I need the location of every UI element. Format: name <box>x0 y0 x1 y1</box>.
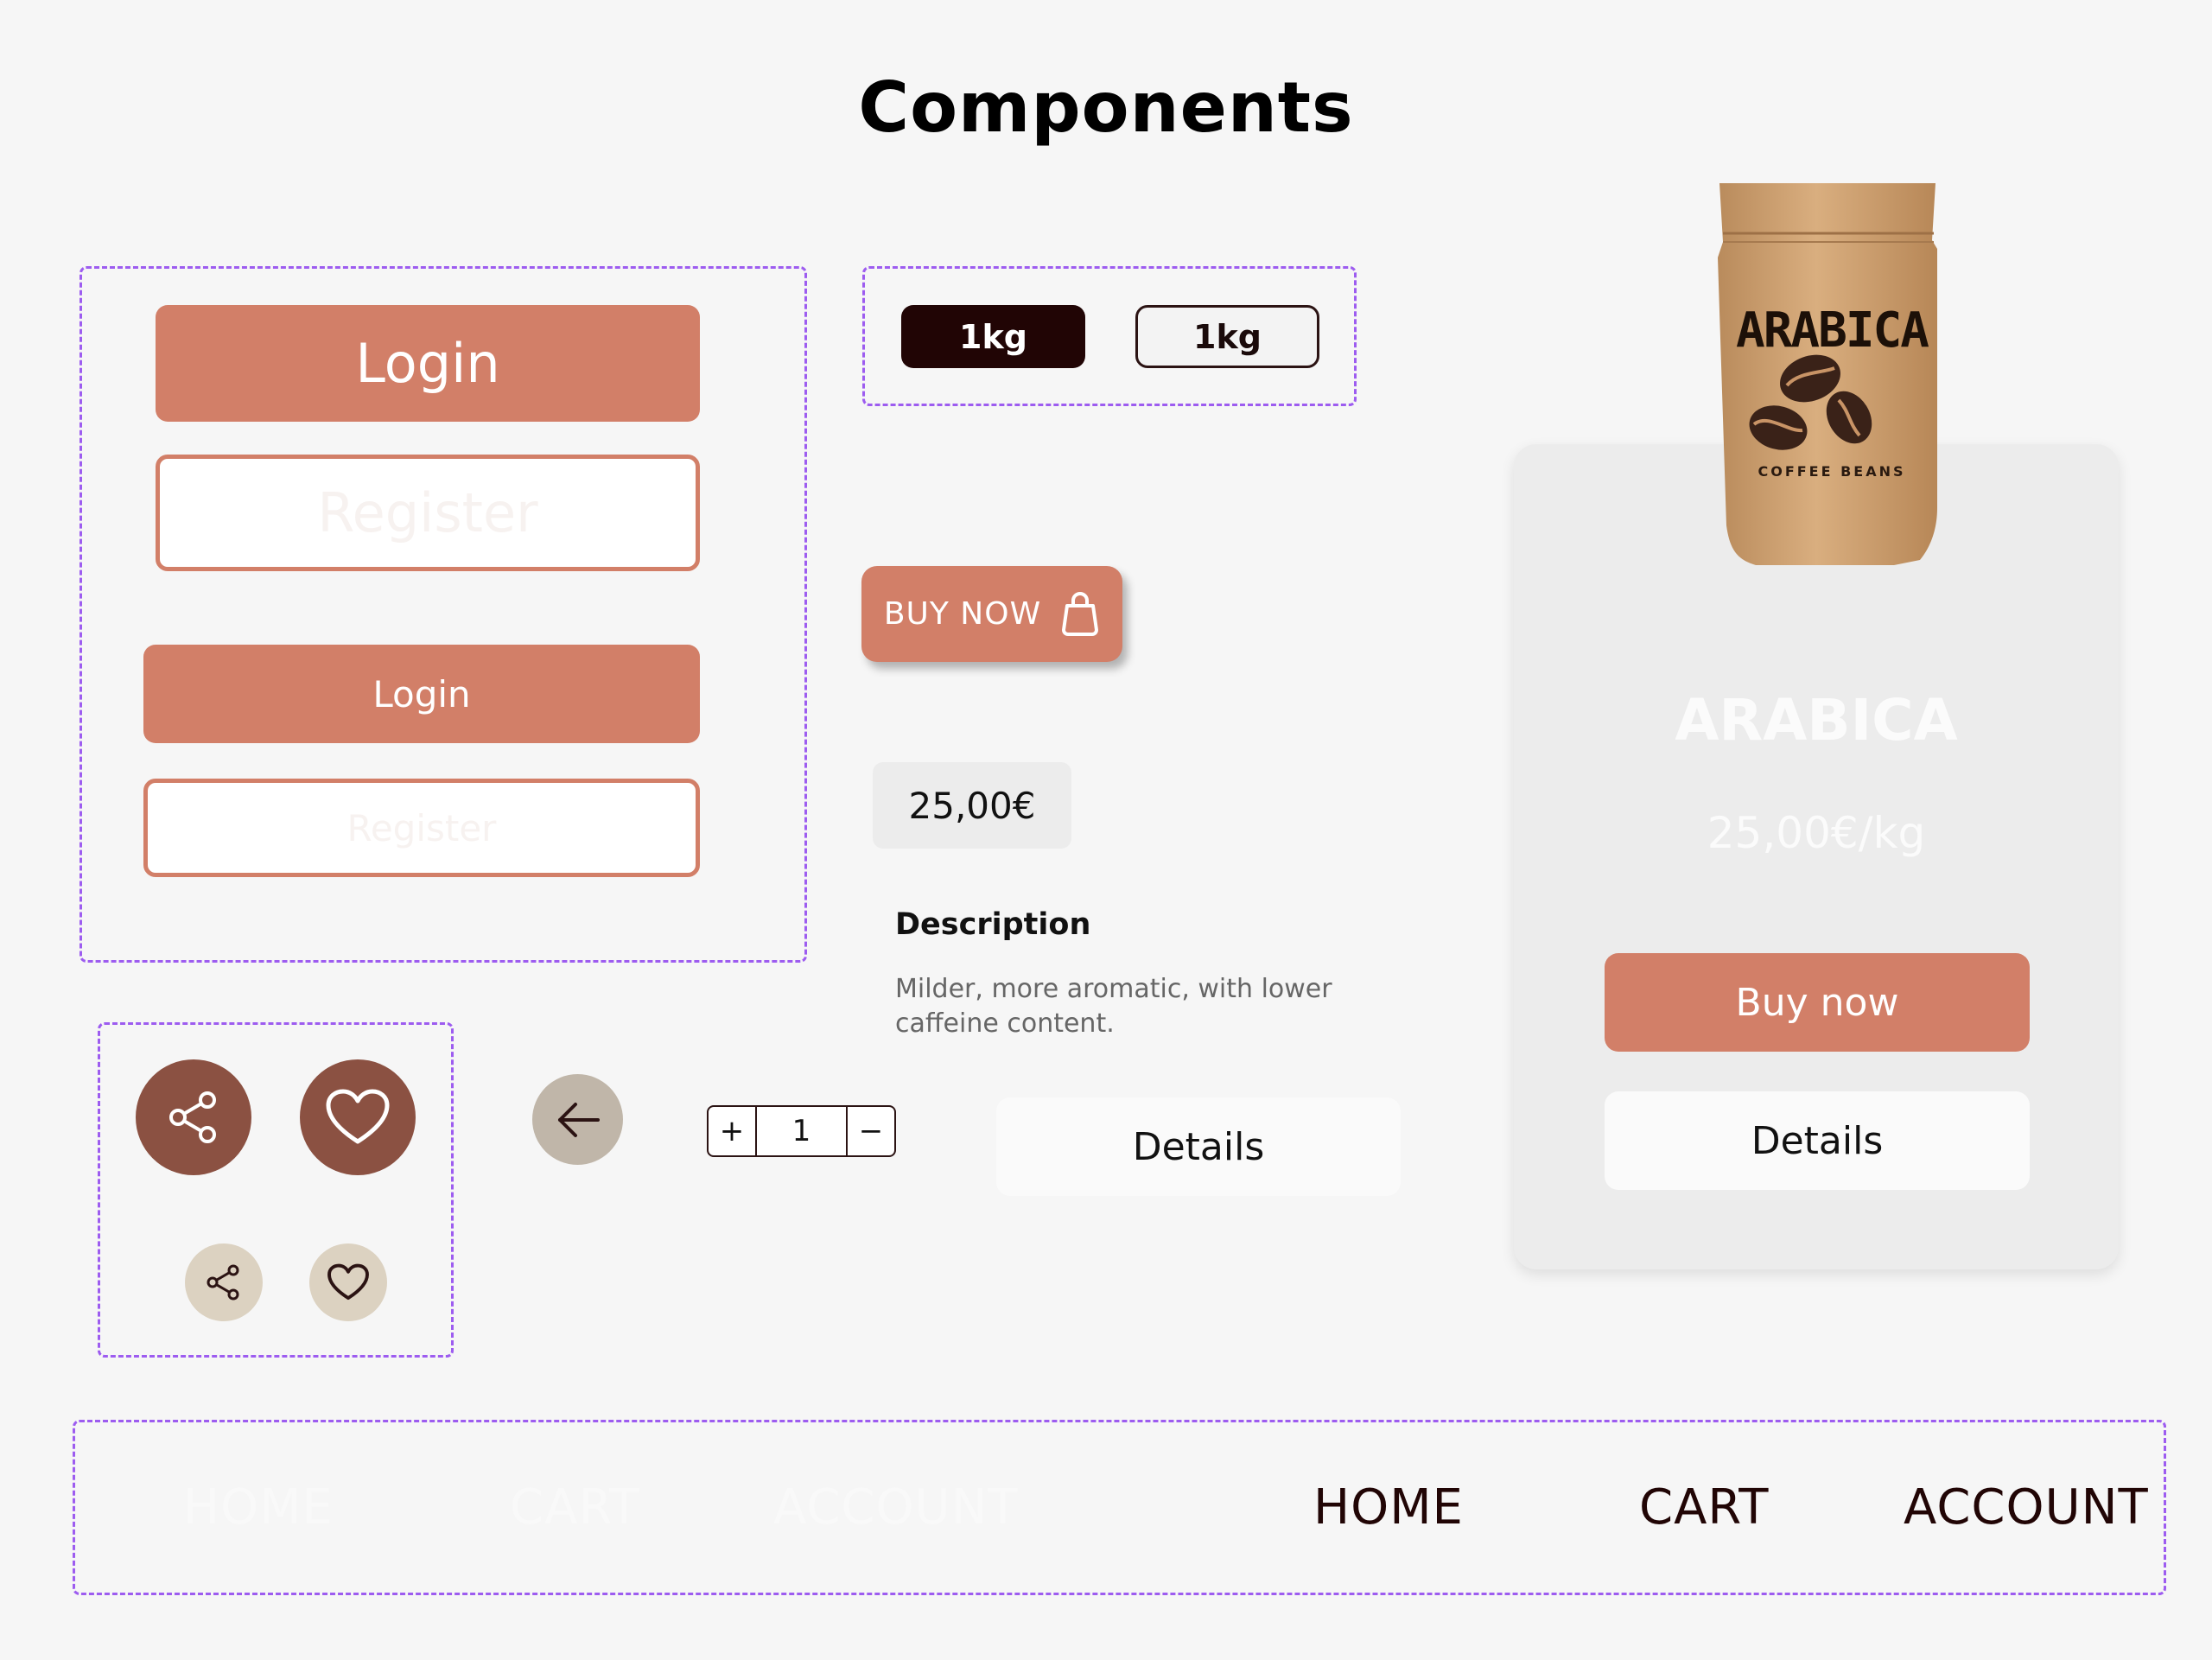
quantity-value[interactable]: 1 <box>755 1107 848 1155</box>
product-buy-now-button[interactable]: Buy now <box>1605 953 2030 1052</box>
nav-item-home-light[interactable]: HOME <box>183 1479 334 1536</box>
navigation-group <box>73 1420 2166 1595</box>
product-details-button[interactable]: Details <box>1605 1091 2030 1190</box>
product-price: 25,00€/kg <box>1707 808 1926 858</box>
nav-item-cart-light[interactable]: CART <box>510 1479 639 1536</box>
share-button-large[interactable] <box>136 1059 251 1175</box>
heart-icon <box>325 1088 391 1147</box>
price-tag: 25,00€ <box>873 762 1071 849</box>
arrow-left-icon <box>555 1101 601 1139</box>
buy-now-label: BUY NOW <box>883 596 1042 632</box>
description-text: Milder, more aromatic, with lower caffei… <box>895 974 1332 1039</box>
register-button-large[interactable]: Register <box>156 455 700 571</box>
icon-buttons-group <box>98 1022 454 1358</box>
quantity-minus-button[interactable]: − <box>848 1107 894 1155</box>
nav-item-account-dark[interactable]: ACCOUNT <box>1904 1479 2149 1536</box>
page-title: Components <box>858 67 1354 148</box>
buy-now-button[interactable]: BUY NOW <box>861 566 1122 662</box>
favorite-button-large[interactable] <box>300 1059 416 1175</box>
product-title: ARABICA <box>1675 687 1958 754</box>
shopping-bag-icon <box>1060 591 1100 637</box>
quantity-plus-button[interactable]: + <box>709 1107 755 1155</box>
weight-chip-selected[interactable]: 1kg <box>901 305 1085 368</box>
share-icon <box>204 1262 244 1302</box>
login-button-small[interactable]: Login <box>143 645 700 743</box>
bag-brand: ARABICA <box>1735 302 1929 359</box>
bag-subtitle: COFFEE BEANS <box>1758 463 1906 480</box>
share-icon <box>164 1088 223 1147</box>
details-button[interactable]: Details <box>996 1097 1401 1196</box>
heart-icon <box>327 1263 370 1301</box>
quantity-stepper: + 1 − <box>707 1105 896 1157</box>
description-heading: Description <box>895 907 1091 942</box>
share-button-small[interactable] <box>185 1243 263 1321</box>
login-button-large[interactable]: Login <box>156 305 700 422</box>
back-button[interactable] <box>532 1074 623 1165</box>
nav-item-account-light[interactable]: ACCOUNT <box>773 1479 1019 1536</box>
nav-item-cart-dark[interactable]: CART <box>1639 1479 1769 1536</box>
weight-chip-unselected[interactable]: 1kg <box>1135 305 1319 368</box>
coffee-bag-image: ARABICA COFFEE BEANS <box>1694 180 1970 573</box>
favorite-button-small[interactable] <box>309 1243 387 1321</box>
register-button-small[interactable]: Register <box>143 779 700 877</box>
nav-item-home-dark[interactable]: HOME <box>1313 1479 1464 1536</box>
